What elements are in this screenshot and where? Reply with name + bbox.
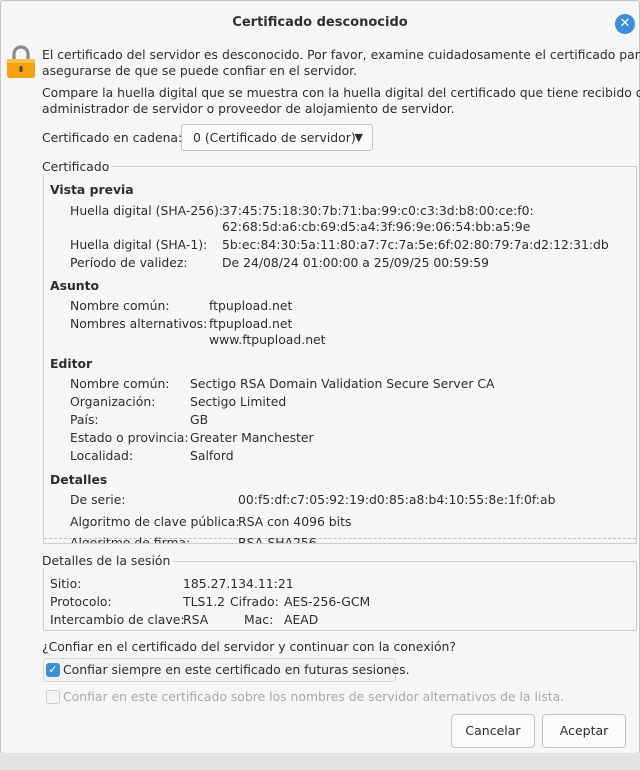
certificate-frame[interactable]: Vista previa Huella digital (SHA-256): 3… bbox=[43, 166, 637, 544]
pubkey-value: RSA con 4096 bits bbox=[238, 514, 352, 529]
issuer-org-value: Sectigo Limited bbox=[190, 394, 287, 409]
issuer-country-value: GB bbox=[190, 412, 209, 427]
subject-alt-value: www.ftpupload.net bbox=[209, 332, 326, 347]
protocol-value: TLS1.2 bbox=[183, 594, 226, 609]
cipher-label: Cifrado: bbox=[230, 594, 279, 609]
session-frame-label: Detalles de la sesión bbox=[42, 553, 174, 568]
desktop-background bbox=[0, 753, 640, 770]
issuer-state-label: Estado o provincia: bbox=[70, 430, 189, 445]
intro-text-1: El certificado del servidor es desconoci… bbox=[42, 47, 640, 62]
issuer-country-label: País: bbox=[70, 412, 99, 427]
serial-value: 00:f5:df:c7:05:92:19:d0:85:a8:b4:10:55:8… bbox=[238, 492, 556, 507]
sha1-value: 5b:ec:84:30:5a:11:80:a7:7c:7a:5e:6f:02:8… bbox=[222, 237, 609, 252]
padlock-icon bbox=[7, 45, 35, 78]
trust-question: ¿Confiar en el certificado del servidor … bbox=[42, 639, 456, 654]
always-trust-label[interactable]: Confiar siempre en este certificado en f… bbox=[63, 662, 410, 677]
pubkey-label: Algoritmo de clave pública: bbox=[70, 514, 240, 529]
validity-value: De 24/08/24 01:00:00 a 25/09/25 00:59:59 bbox=[222, 255, 490, 270]
subject-alt-value: ftpupload.net bbox=[209, 316, 293, 331]
trust-alt-names-checkbox[interactable] bbox=[46, 690, 60, 704]
mac-value: AEAD bbox=[284, 612, 319, 627]
preview-heading: Vista previa bbox=[50, 182, 134, 197]
intro-text-4: administrador de servidor o proveedor de… bbox=[42, 101, 455, 116]
sha256-value-2: 62:68:5d:a6:cb:69:d5:a4:3f:96:9e:06:54:b… bbox=[222, 219, 531, 234]
issuer-cn-value: Sectigo RSA Domain Validation Secure Ser… bbox=[190, 376, 495, 391]
serial-label: De serie: bbox=[70, 492, 126, 507]
checkmark-icon: ✓ bbox=[48, 663, 58, 676]
subject-heading: Asunto bbox=[50, 278, 100, 293]
chain-label: Certificado en cadena: bbox=[42, 130, 183, 145]
validity-label: Período de validez: bbox=[70, 255, 188, 270]
sha256-label: Huella digital (SHA-256): bbox=[70, 203, 224, 218]
issuer-cn-label: Nombre común: bbox=[70, 376, 170, 391]
signature-value: RSA-SHA256 bbox=[238, 535, 317, 544]
issuer-org-label: Organización: bbox=[70, 394, 156, 409]
subject-cn-value: ftpupload.net bbox=[209, 298, 293, 313]
subject-alt-label: Nombres alternativos: bbox=[70, 316, 208, 331]
always-trust-checkbox[interactable]: ✓ bbox=[46, 663, 60, 677]
protocol-label: Protocolo: bbox=[50, 594, 112, 609]
subject-cn-label: Nombre común: bbox=[70, 298, 170, 313]
cancel-button[interactable]: Cancelar bbox=[451, 714, 535, 748]
certificate-dialog: Certificado desconocido ✕ El certificado… bbox=[0, 0, 640, 754]
sha256-value-1: 37:45:75:18:30:7b:71:ba:99:c0:c3:3d:b8:0… bbox=[222, 203, 534, 218]
session-frame: Sitio: 185.27.134.11:21 Protocolo: TLS1.… bbox=[43, 561, 637, 631]
cipher-value: AES-256-GCM bbox=[284, 594, 371, 609]
close-icon[interactable]: ✕ bbox=[615, 14, 635, 34]
accept-button[interactable]: Aceptar bbox=[542, 714, 626, 748]
signature-label: Algoritmo de firma: bbox=[70, 535, 191, 544]
issuer-heading: Editor bbox=[50, 356, 93, 371]
intro-text-2: asegurarse de que se puede confiar en el… bbox=[42, 63, 358, 78]
issuer-state-value: Greater Manchester bbox=[190, 430, 314, 445]
kex-label: Intercambio de clave: bbox=[50, 612, 185, 627]
chevron-down-icon: ▼ bbox=[354, 131, 363, 144]
sha1-label: Huella digital (SHA-1): bbox=[70, 237, 208, 252]
issuer-locality-value: Salford bbox=[190, 448, 234, 463]
host-label: Sitio: bbox=[50, 576, 82, 591]
kex-value: RSA bbox=[183, 612, 209, 627]
intro-text-3: Compare la huella digital que se muestra… bbox=[42, 85, 640, 100]
issuer-locality-label: Localidad: bbox=[70, 448, 134, 463]
mac-label: Mac: bbox=[244, 612, 274, 627]
details-heading: Detalles bbox=[50, 472, 108, 487]
chain-select-value: 0 (Certificado de servidor) bbox=[193, 130, 356, 145]
dialog-title: Certificado desconocido bbox=[232, 15, 408, 30]
chain-select[interactable]: 0 (Certificado de servidor) ▼ bbox=[181, 124, 373, 151]
certificate-frame-label: Certificado bbox=[42, 159, 113, 174]
trust-alt-names-label[interactable]: Confiar en este certificado sobre los no… bbox=[63, 689, 564, 704]
host-value: 185.27.134.11:21 bbox=[183, 576, 294, 591]
